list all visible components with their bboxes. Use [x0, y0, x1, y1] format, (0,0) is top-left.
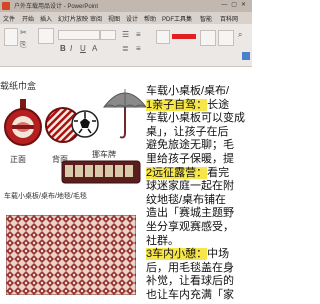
- tab-pdf-tools[interactable]: PDF工具集: [162, 14, 192, 23]
- mat-label: 车载小桌板/桌布/地毯/毛毯: [4, 193, 87, 200]
- tab-home[interactable]: 开始: [22, 14, 34, 23]
- font-select[interactable]: [58, 30, 100, 40]
- tab-review[interactable]: 审阅: [90, 14, 102, 23]
- tissue-box-heading: 载纸巾盒: [0, 81, 37, 91]
- title-bar: 户外车载用品设计 - PowerPoint —▢✕: [0, 0, 252, 12]
- tab-view[interactable]: 视图: [108, 14, 120, 23]
- line-9: 造出「赛城主题野: [146, 207, 234, 220]
- tab-insert[interactable]: 插入: [40, 14, 52, 23]
- line-11: 社群。: [146, 234, 179, 247]
- line-14: 补觉，让看球后的: [146, 275, 234, 288]
- slide-canvas[interactable]: 载纸巾盒 正面 背面 挪车牌 车载小桌板/桌布/地毯/毛毯 车载小桌板/桌布/ …: [0, 67, 252, 304]
- line-8: 纹地毯/桌布铺在: [146, 193, 227, 206]
- line-1: 1亲子自驾：长途: [146, 98, 230, 111]
- font-size-select[interactable]: [100, 30, 116, 40]
- tab-design[interactable]: 设计: [126, 14, 138, 23]
- underline-icon[interactable]: U: [80, 44, 86, 53]
- line-3: 桌」，让孩子在后: [146, 125, 229, 138]
- window-controls[interactable]: —▢✕: [221, 1, 250, 8]
- line-10: 坐分享观赛感受，: [146, 220, 234, 233]
- line-5: 里给孩子保暖，提: [146, 152, 234, 165]
- heading-family-trip: 1亲子自驾：: [146, 98, 208, 111]
- umbrella-image: [102, 89, 148, 139]
- tab-help[interactable]: 帮助: [144, 14, 156, 23]
- soccer-ball-image: [71, 110, 99, 138]
- numbering-icon[interactable]: ≡: [136, 30, 141, 39]
- line-0: 车载小桌板/桌布/: [146, 85, 230, 97]
- cut-icon[interactable]: ✂: [20, 28, 27, 37]
- tab-baike[interactable]: 百科网: [220, 14, 238, 23]
- line-4: 避免旅途无聊；毛: [146, 139, 234, 152]
- heading-camping: 2远征露营：: [146, 166, 208, 179]
- line-2: 车载小桌板可以变成: [146, 112, 245, 125]
- line-12: 3车内小憩：中场: [146, 248, 230, 261]
- shape-fill-color-swatch[interactable]: [172, 34, 196, 39]
- line-13: 后，用毛毯盖在身: [146, 261, 234, 274]
- shapes-button[interactable]: [156, 30, 170, 44]
- scenario-text-box[interactable]: 车载小桌板/桌布/ 1亲子自驾：长途 车载小桌板可以变成 桌」，让孩子在后 避免…: [146, 85, 252, 303]
- designer-icon[interactable]: [242, 52, 250, 60]
- line-7: 球迷家庭一起在附: [146, 180, 234, 193]
- tab-smart[interactable]: 智能: [200, 14, 212, 23]
- powerpoint-logo-icon: [2, 2, 10, 10]
- italic-icon[interactable]: I: [70, 44, 72, 53]
- font-color-icon[interactable]: A: [92, 44, 97, 53]
- tab-slideshow[interactable]: 幻灯片放映: [58, 14, 88, 23]
- patterned-mat-image: [6, 215, 136, 295]
- tissue-box-front-image: [4, 99, 42, 146]
- find-icon[interactable]: ⌕: [238, 30, 242, 40]
- paste-button[interactable]: [4, 28, 18, 46]
- heading-nap: 3车内小憩：: [146, 248, 208, 261]
- parking-sign-label: 挪车牌: [92, 150, 116, 159]
- front-label: 正面: [10, 155, 26, 164]
- line-6: 2远征露营：看完: [146, 166, 230, 179]
- tab-file[interactable]: 文件: [3, 14, 15, 23]
- line-15: 也让车内充满「家: [146, 288, 234, 301]
- ribbon-tabs: 文件 开始 插入 幻灯片放映 审阅 视图 设计 帮助 PDF工具集 智能 百科网: [0, 12, 252, 24]
- new-slide-button[interactable]: [38, 28, 54, 44]
- align-center-icon[interactable]: ≡: [136, 44, 141, 53]
- align-left-icon[interactable]: ≣: [122, 44, 129, 53]
- arrange-button[interactable]: [200, 30, 216, 46]
- bold-icon[interactable]: B: [60, 44, 66, 53]
- window-title: 户外车载用品设计 - PowerPoint: [14, 4, 99, 10]
- ribbon-toolbar: ✂ ⎘ B I U A ☰ ≡ ≣ ≡ ⌕: [0, 24, 252, 67]
- copy-icon[interactable]: ⎘: [20, 40, 26, 50]
- quick-styles-button[interactable]: [218, 30, 234, 46]
- bullets-icon[interactable]: ☰: [122, 30, 129, 39]
